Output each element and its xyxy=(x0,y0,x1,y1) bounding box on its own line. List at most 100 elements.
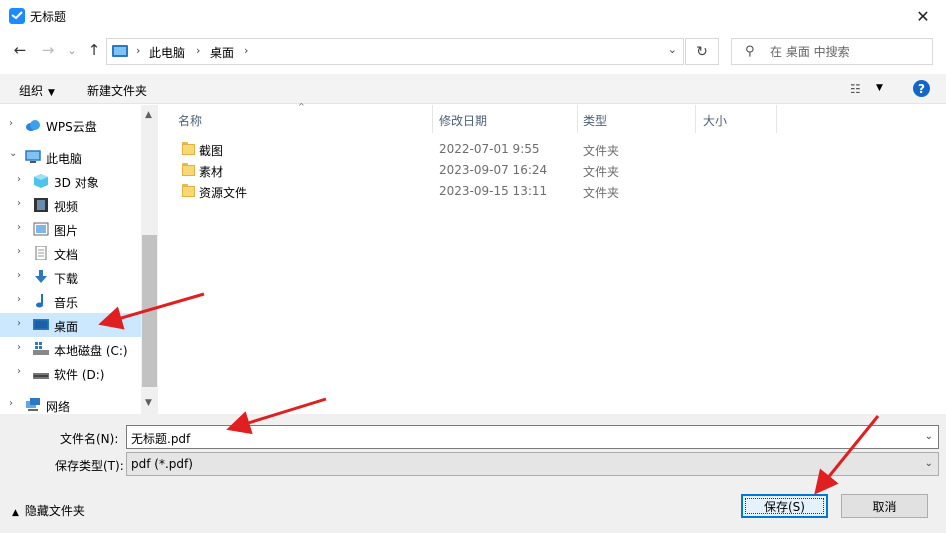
column-header-type[interactable]: 类型 xyxy=(583,112,607,129)
chevron-right-icon[interactable]: › xyxy=(9,398,13,409)
column-divider[interactable] xyxy=(432,105,433,133)
close-button[interactable]: ✕ xyxy=(900,0,946,32)
chevron-right-icon[interactable]: › xyxy=(17,222,21,233)
column-divider[interactable] xyxy=(776,105,777,133)
address-bar[interactable]: › 此电脑 › 桌面 › ⌄ xyxy=(106,38,684,65)
hide-folders-label: 隐藏文件夹 xyxy=(24,504,85,518)
filetype-select[interactable]: pdf (*.pdf) ⌄ xyxy=(126,452,939,476)
chevron-right-icon[interactable]: › xyxy=(17,246,21,257)
refresh-button[interactable]: ↻ xyxy=(685,38,719,65)
chevron-right-icon[interactable]: › xyxy=(17,318,21,329)
drive-icon xyxy=(33,373,49,379)
video-icon xyxy=(34,198,48,212)
sidebar-item-label: 视频 xyxy=(54,200,79,214)
sidebar-item-documents[interactable]: › 文档 xyxy=(0,241,141,265)
sidebar-item-wps-cloud[interactable]: › WPS云盘 xyxy=(0,113,141,137)
chevron-down-icon[interactable]: ⌄ xyxy=(9,148,17,159)
chevron-right-icon[interactable]: › xyxy=(17,198,21,209)
sidebar-item-label: 下载 xyxy=(54,272,79,286)
address-dropdown-icon[interactable]: ⌄ xyxy=(668,43,677,56)
sidebar-item-downloads[interactable]: › 下载 xyxy=(0,265,141,289)
sort-ascending-icon: ^ xyxy=(298,102,305,111)
search-icon: ⚲ xyxy=(745,44,755,59)
breadcrumb-separator: › xyxy=(136,44,141,57)
app-logo-icon xyxy=(9,8,25,24)
filename-field[interactable]: 无标题.pdf ⌄ xyxy=(126,425,939,449)
file-modified: 2022-07-01 9:55 xyxy=(439,142,540,156)
sidebar-item-label: WPS云盘 xyxy=(46,120,97,134)
title-bar: 无标题 ✕ xyxy=(0,0,946,32)
scroll-down-icon[interactable]: ▼ xyxy=(145,398,152,408)
column-header-modified[interactable]: 修改日期 xyxy=(439,112,487,129)
new-folder-button[interactable]: 新建文件夹 xyxy=(87,82,147,99)
cancel-button[interactable]: 取消 xyxy=(841,494,928,518)
sidebar-item-software-d[interactable]: › 软件 (D:) xyxy=(0,361,141,385)
sidebar-item-pictures[interactable]: › 图片 xyxy=(0,217,141,241)
sidebar-item-desktop[interactable]: › 桌面 xyxy=(0,313,141,337)
column-divider[interactable] xyxy=(577,105,578,133)
up-button[interactable]: ↑ xyxy=(86,41,102,59)
filename-label: 文件名(N): xyxy=(60,432,119,446)
help-button[interactable]: ? xyxy=(913,80,930,97)
search-box[interactable]: ⚲ xyxy=(731,38,933,65)
chevron-down-icon[interactable]: ⌄ xyxy=(925,458,933,469)
chevron-down-icon[interactable]: ⌄ xyxy=(925,431,933,442)
filename-value[interactable]: 无标题.pdf xyxy=(131,430,190,447)
sidebar-item-videos[interactable]: › 视频 xyxy=(0,193,141,217)
sidebar-item-local-disk-c[interactable]: › 本地磁盘 (C:) xyxy=(0,337,141,361)
breadcrumb-this-pc[interactable]: 此电脑 xyxy=(149,44,185,61)
sidebar-item-label: 图片 xyxy=(54,224,79,238)
sidebar-item-label: 桌面 xyxy=(54,320,79,334)
file-name: 素材 xyxy=(199,165,224,179)
recent-locations-button[interactable]: ⌄ xyxy=(64,42,80,58)
file-row[interactable]: 素材 2023-09-07 16:24 文件夹 xyxy=(178,160,798,181)
scroll-up-icon[interactable]: ▲ xyxy=(145,110,152,120)
breadcrumb-desktop[interactable]: 桌面 xyxy=(210,44,234,61)
organize-label: 组织 xyxy=(19,84,44,98)
search-input[interactable] xyxy=(770,43,920,61)
column-divider[interactable] xyxy=(695,105,696,133)
caret-down-icon: ▼ xyxy=(48,88,55,98)
column-header-name[interactable]: 名称 xyxy=(178,112,202,129)
view-options-icon[interactable]: ☷ xyxy=(850,82,861,96)
chevron-right-icon[interactable]: › xyxy=(17,342,21,353)
back-button[interactable]: ← xyxy=(12,41,28,59)
save-button[interactable]: 保存(S) xyxy=(741,494,828,518)
column-label: 名称 xyxy=(178,114,203,128)
sidebar-item-this-pc[interactable]: ⌄ 此电脑 xyxy=(0,145,141,169)
file-modified: 2023-09-07 16:24 xyxy=(439,163,548,177)
sidebar-item-music[interactable]: › 音乐 xyxy=(0,289,141,313)
computer-icon xyxy=(112,45,128,57)
view-caret-icon[interactable]: ▼ xyxy=(876,83,883,93)
chevron-right-icon[interactable]: › xyxy=(17,174,21,185)
chevron-right-icon[interactable]: › xyxy=(17,366,21,377)
computer-icon xyxy=(25,150,41,163)
file-type: 文件夹 xyxy=(583,144,620,158)
scrollbar-thumb[interactable] xyxy=(142,235,157,387)
chevron-right-icon[interactable]: › xyxy=(9,118,13,129)
file-row[interactable]: 资源文件 2023-09-15 13:11 文件夹 xyxy=(178,181,798,202)
file-modified: 2023-09-15 13:11 xyxy=(439,184,548,198)
organize-button[interactable]: 组织 ▼ xyxy=(19,82,55,99)
cloud-icon xyxy=(26,120,40,131)
sidebar-item-label: 本地磁盘 (C:) xyxy=(54,344,128,358)
chevron-right-icon[interactable]: › xyxy=(17,270,21,281)
chevron-right-icon[interactable]: › xyxy=(17,294,21,305)
sidebar-item-label: 软件 (D:) xyxy=(54,368,105,382)
hide-folders-toggle[interactable]: ▲ 隐藏文件夹 xyxy=(12,502,85,519)
picture-icon xyxy=(33,222,49,236)
forward-button[interactable]: → xyxy=(40,41,56,59)
window-title: 无标题 xyxy=(30,10,67,24)
filetype-value: pdf (*.pdf) xyxy=(131,457,193,471)
desktop-icon xyxy=(33,319,49,330)
sidebar-item-label: 此电脑 xyxy=(46,152,83,166)
file-row[interactable]: 截图 2022-07-01 9:55 文件夹 xyxy=(178,139,798,160)
sidebar-item-label: 文档 xyxy=(54,248,79,262)
column-header-size[interactable]: 大小 xyxy=(703,112,727,129)
file-type: 文件夹 xyxy=(583,165,620,179)
breadcrumb-separator: › xyxy=(244,44,249,57)
sidebar-scrollbar[interactable]: ▲ ▼ xyxy=(141,105,158,414)
sidebar-item-3d-objects[interactable]: › 3D 对象 xyxy=(0,169,141,193)
network-icon xyxy=(26,398,40,411)
download-icon xyxy=(35,270,47,283)
